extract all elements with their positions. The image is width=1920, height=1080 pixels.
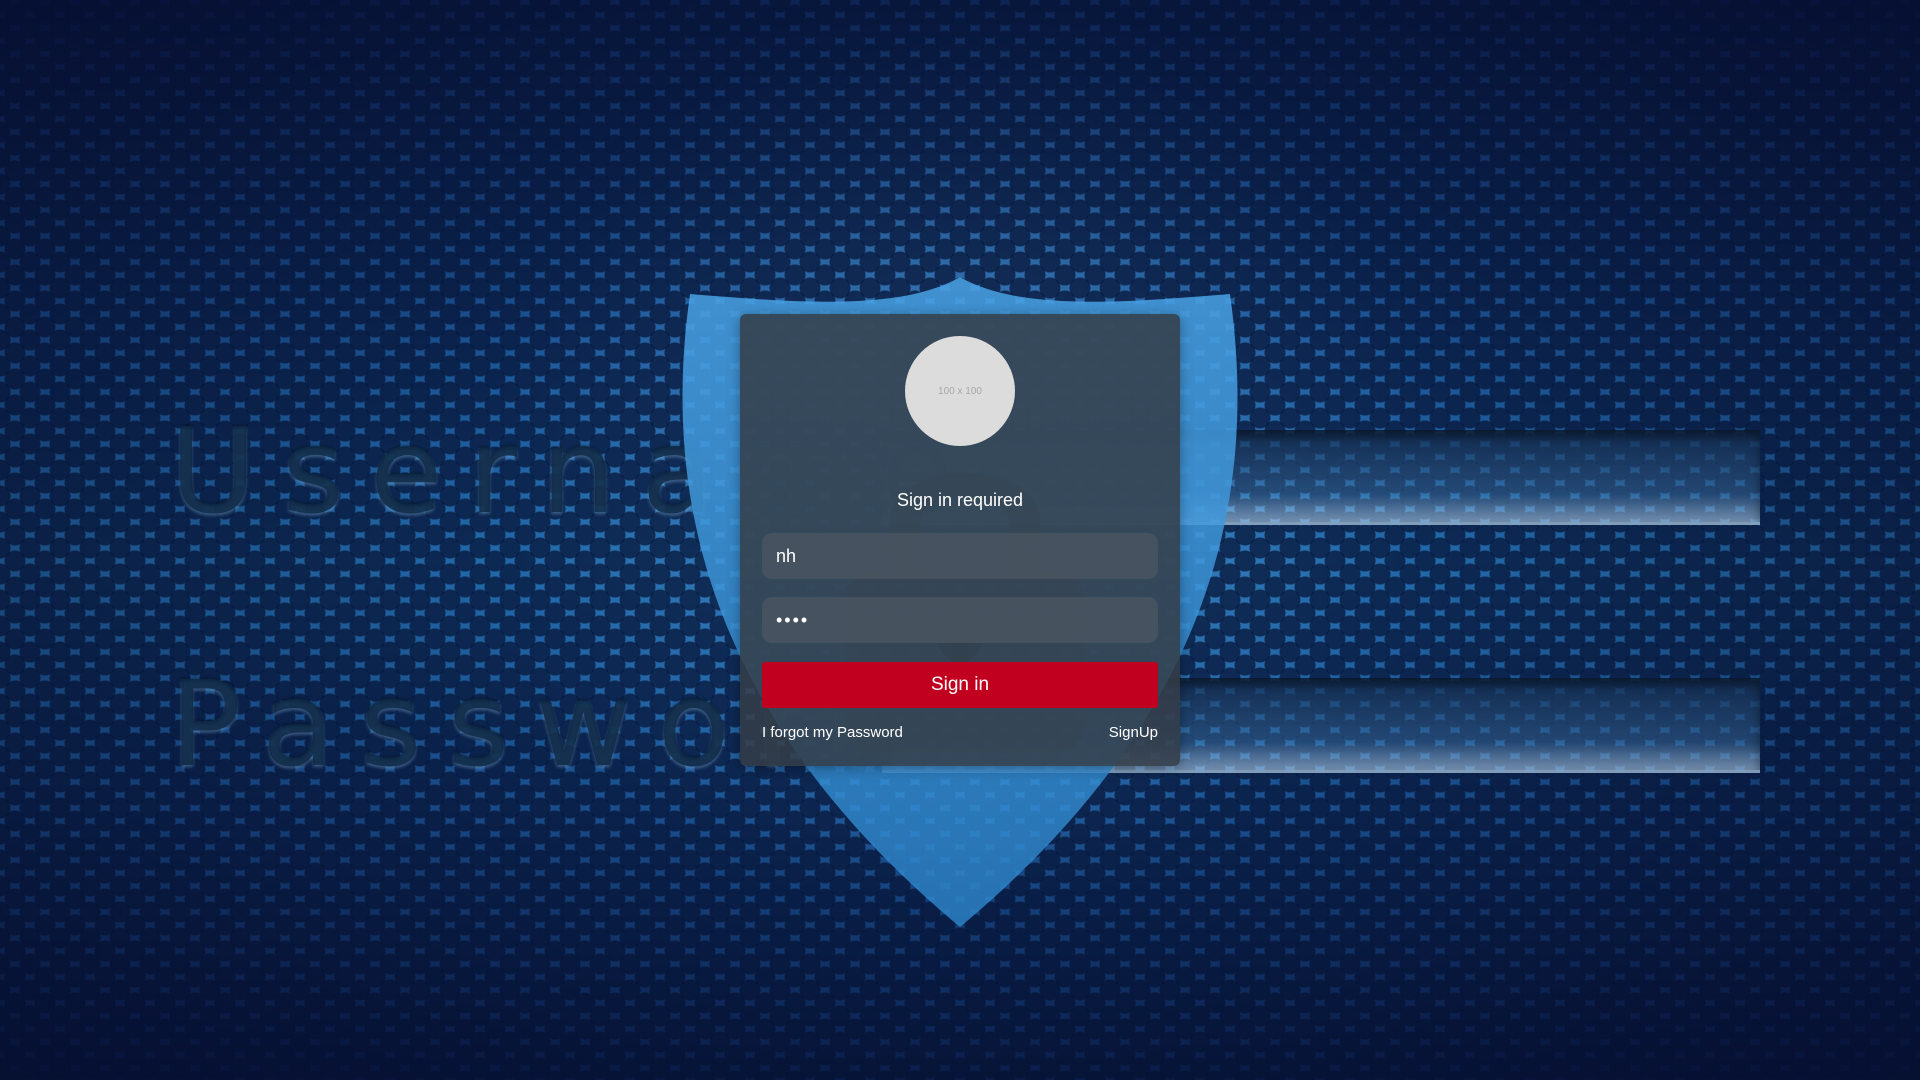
page-title: Sign in required (896, 490, 1024, 510)
forgot-password-link[interactable]: I forgot my Password (762, 724, 903, 741)
username-input[interactable] (762, 533, 1158, 579)
sign-in-button[interactable]: Sign in (762, 662, 1158, 708)
signup-link[interactable]: SignUp (1109, 724, 1158, 741)
password-input[interactable] (762, 597, 1158, 643)
avatar-placeholder-text: 100 x 100 (938, 385, 982, 397)
avatar: 100 x 100 (905, 336, 1015, 446)
login-card: 100 x 100 Sign in required Sign in I for… (740, 314, 1180, 766)
